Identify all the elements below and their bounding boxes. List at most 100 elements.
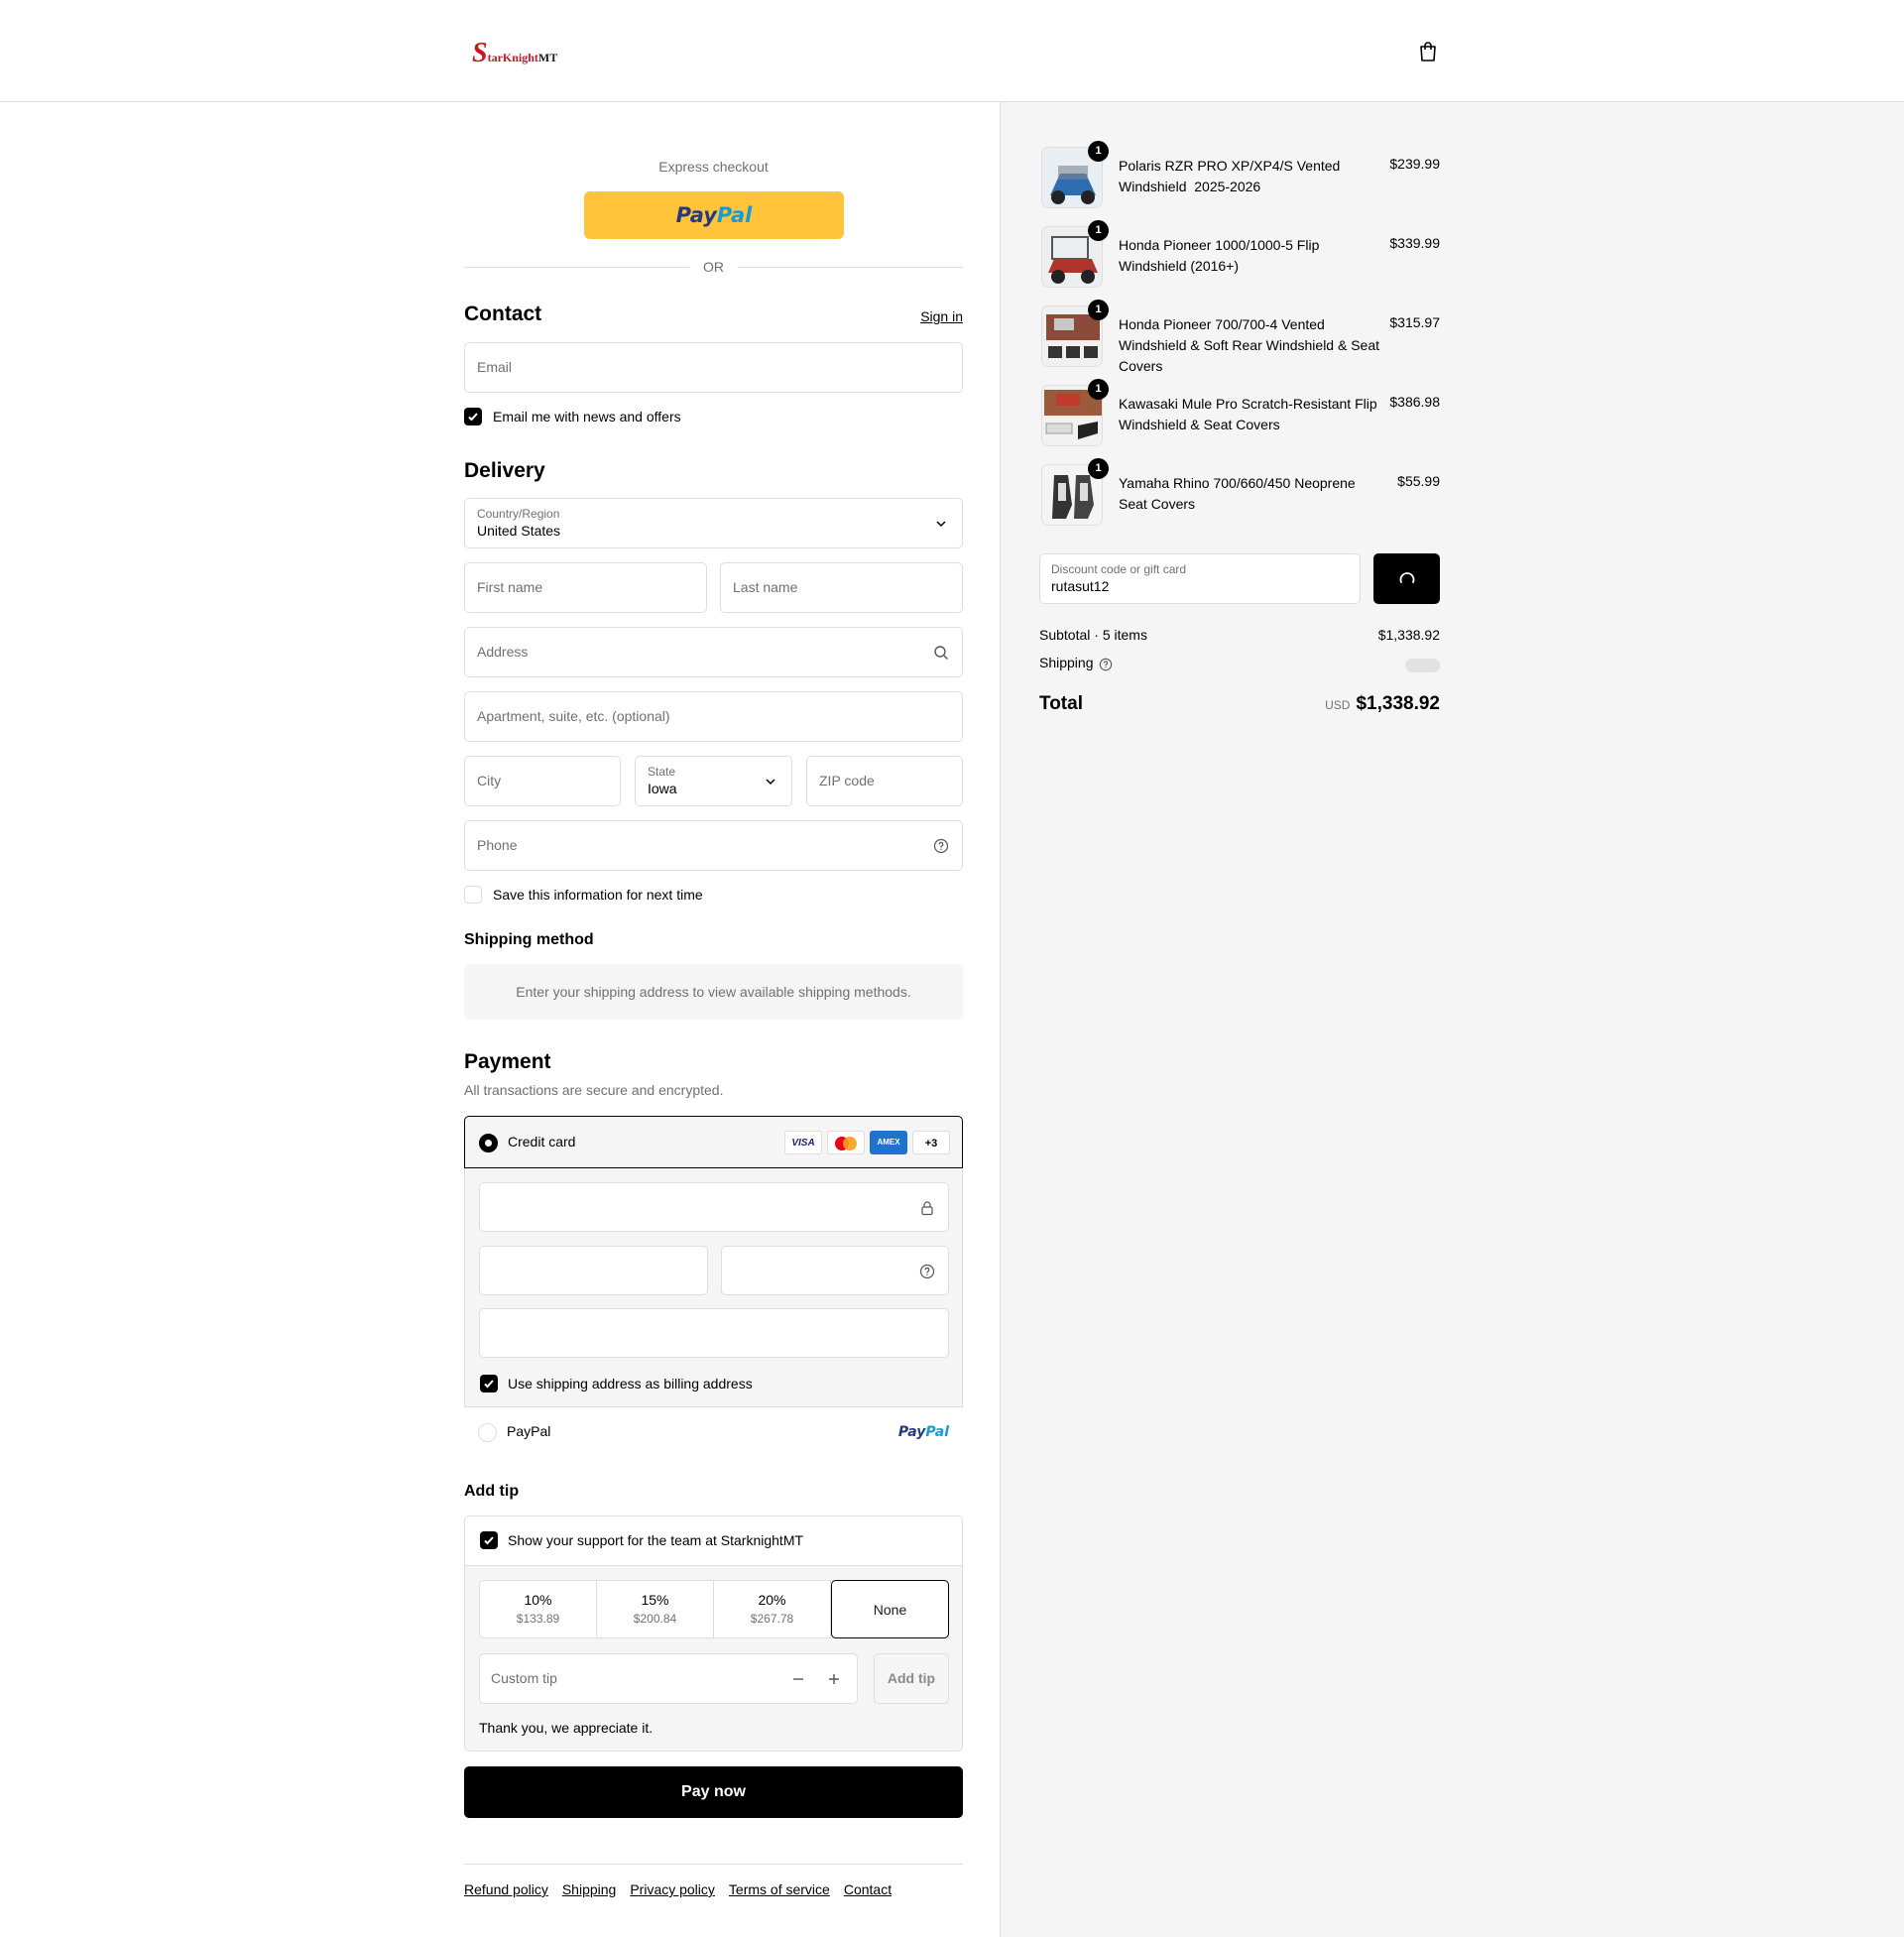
quantity-badge: 1 [1088,141,1109,162]
refund-policy-link[interactable]: Refund policy [464,1881,548,1897]
or-divider: OR [464,257,963,277]
paypal-label: PayPal [507,1423,551,1439]
product-price: $386.98 [1389,394,1440,410]
or-text: OR [703,259,724,275]
paypal-wordmark-b: Pal [716,203,753,227]
total-label: Total [1039,693,1083,714]
tip-section: Show your support for the team at Starkn… [464,1515,963,1752]
plus-icon[interactable] [827,1672,841,1686]
address-field[interactable]: Address [464,627,963,677]
city-field[interactable]: City [464,756,621,806]
chevron-down-icon [766,779,775,786]
subtotal-label: Subtotal · 5 items [1039,627,1147,643]
pay-now-button[interactable]: Pay now [464,1766,963,1818]
checkmark-icon [484,1536,494,1545]
contact-link[interactable]: Contact [844,1881,892,1897]
shopping-bag-icon[interactable] [1416,40,1440,63]
phone-placeholder: Phone [477,837,518,853]
last-name-placeholder: Last name [733,579,798,595]
tip-support-checkbox[interactable] [480,1531,498,1549]
tip-percent: 20% [758,1592,786,1608]
footer-links: Refund policy Shipping Privacy policy Te… [464,1881,892,1897]
first-name-field[interactable]: First name [464,562,707,613]
order-summary-panel [1000,102,1904,1937]
terms-of-service-link[interactable]: Terms of service [729,1881,830,1897]
checkmark-icon [468,413,478,422]
lock-icon [921,1201,933,1216]
tip-option-10[interactable]: 10% $133.89 [480,1581,597,1637]
country-select[interactable]: Country/Region United States [464,498,963,548]
email-placeholder: Email [477,359,513,375]
product-price: $55.99 [1397,473,1440,489]
help-circle-icon[interactable] [919,1264,935,1279]
discount-value: rutasut12 [1051,578,1110,594]
shipping-link[interactable]: Shipping [562,1881,617,1897]
email-field[interactable]: Email [464,342,963,393]
save-info-checkbox[interactable] [464,886,482,904]
logo-text: tarKnight [487,51,538,64]
card-number-field[interactable] [479,1182,949,1232]
paypal-radio[interactable] [478,1423,497,1442]
store-logo[interactable]: S tarKnightMT [472,38,557,67]
billing-address-checkbox[interactable] [480,1375,498,1392]
news-checkbox[interactable] [464,408,482,425]
amex-icon: AMEX [870,1131,907,1154]
tip-thanks-text: Thank you, we appreciate it. [479,1720,654,1736]
minus-icon[interactable] [791,1672,805,1686]
custom-tip-field[interactable]: Custom tip [479,1653,858,1704]
shipping-loading-placeholder [1405,659,1440,672]
phone-field[interactable]: Phone [464,820,963,871]
help-circle-icon[interactable] [933,838,949,854]
quantity-badge: 1 [1088,300,1109,320]
product-price: $239.99 [1389,156,1440,172]
security-code-field[interactable] [721,1246,949,1295]
credit-card-option[interactable]: Credit card VISA AMEX +3 [464,1116,963,1168]
contact-heading: Contact [464,303,542,325]
quantity-badge: 1 [1088,220,1109,241]
total-value: $1,338.92 [1356,693,1440,714]
paypal-logo-a: Pay [897,1424,926,1440]
paypal-express-button[interactable]: Pay Pal [584,191,844,239]
state-label: State [648,765,676,779]
city-placeholder: City [477,773,502,788]
tip-option-20[interactable]: 20% $267.78 [714,1581,831,1637]
state-select[interactable]: State Iowa [635,756,792,806]
apartment-field[interactable]: Apartment, suite, etc. (optional) [464,691,963,742]
sign-in-link[interactable]: Sign in [920,308,963,324]
country-label: Country/Region [477,507,560,521]
product-name: Honda Pioneer 700/700-4 Vented Windshiel… [1119,316,1380,374]
tip-support-row: Show your support for the team at Starkn… [465,1516,962,1566]
product-name: Yamaha Rhino 700/660/450 Neoprene Seat C… [1119,475,1356,512]
apply-discount-button[interactable] [1373,553,1440,604]
visa-icon: VISA [784,1131,822,1154]
last-name-field[interactable]: Last name [720,562,963,613]
zip-field[interactable]: ZIP code [806,756,963,806]
tip-option-15[interactable]: 15% $200.84 [597,1581,714,1637]
credit-card-radio[interactable] [479,1134,498,1152]
tip-option-none[interactable]: None [831,1580,949,1638]
search-icon [934,646,948,660]
apartment-placeholder: Apartment, suite, etc. (optional) [477,708,670,724]
tip-percent: 10% [524,1592,552,1608]
discount-code-field[interactable]: Discount code or gift card rutasut12 [1039,553,1361,604]
tip-options: 10% $133.89 15% $200.84 20% $267.78 None [479,1580,949,1638]
logo-initial: S [472,38,488,68]
tip-percent: 15% [641,1592,669,1608]
add-tip-button[interactable]: Add tip [874,1653,949,1704]
name-on-card-field[interactable] [479,1308,949,1358]
mastercard-icon [827,1131,865,1154]
help-circle-icon[interactable] [1099,658,1113,671]
save-info-label: Save this information for next time [493,887,703,903]
express-checkout-label: Express checkout [658,159,769,175]
privacy-policy-link[interactable]: Privacy policy [630,1881,715,1897]
paypal-wordmark-a: Pay [675,203,717,227]
paypal-option[interactable]: PayPal PayPal [464,1406,963,1457]
quantity-badge: 1 [1088,379,1109,400]
add-tip-heading: Add tip [464,1483,520,1500]
expiration-date-field[interactable] [479,1246,708,1295]
currency-code: USD [1325,698,1351,712]
product-name: Kawasaki Mule Pro Scratch-Resistant Flip… [1119,396,1377,432]
tip-support-label: Show your support for the team at Starkn… [508,1532,804,1548]
news-label: Email me with news and offers [493,409,681,424]
address-placeholder: Address [477,644,529,660]
